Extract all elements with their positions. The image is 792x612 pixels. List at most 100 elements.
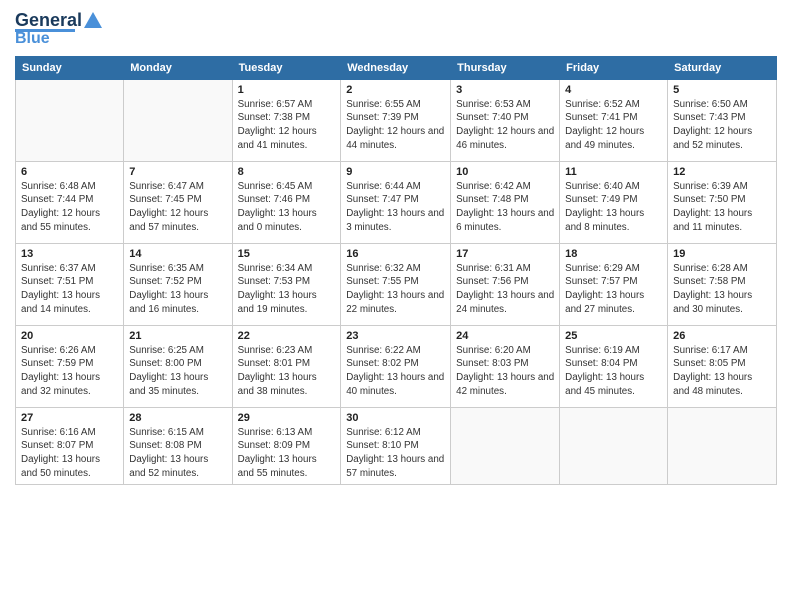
calendar-week-row: 27Sunrise: 6:16 AM Sunset: 8:07 PM Dayli… <box>16 407 777 485</box>
day-info: Sunrise: 6:31 AM Sunset: 7:56 PM Dayligh… <box>456 262 554 317</box>
day-info: Sunrise: 6:42 AM Sunset: 7:48 PM Dayligh… <box>456 180 554 235</box>
day-info: Sunrise: 6:48 AM Sunset: 7:44 PM Dayligh… <box>21 180 118 235</box>
calendar-day-cell: 1 Sunrise: 6:57 AM Sunset: 7:38 PM Daylig… <box>232 79 341 161</box>
day-number: 11 <box>565 166 662 178</box>
calendar-day-cell: 5Sunrise: 6:50 AM Sunset: 7:43 PM Daylig… <box>668 79 777 161</box>
calendar-day-cell: 6 Sunrise: 6:48 AM Sunset: 7:44 PM Daylig… <box>16 161 124 243</box>
page: General Blue SundayMondayTuesdayWednesda… <box>0 0 792 612</box>
day-number: 9 <box>346 166 445 178</box>
day-info: Sunrise: 6:22 AM Sunset: 8:02 PM Dayligh… <box>346 344 445 399</box>
calendar-day-cell <box>16 79 124 161</box>
day-info: Sunrise: 6:34 AM Sunset: 7:53 PM Dayligh… <box>238 262 336 317</box>
header: General Blue <box>15 10 777 48</box>
day-info: Sunrise: 6:37 AM Sunset: 7:51 PM Dayligh… <box>21 262 118 317</box>
calendar-day-cell: 29 Sunrise: 6:13 AM Sunset: 8:09 PM Dayli… <box>232 407 341 485</box>
day-number: 15 <box>238 248 336 260</box>
day-info: Sunrise: 6:13 AM Sunset: 8:09 PM Dayligh… <box>238 426 336 481</box>
calendar-day-cell: 13 Sunrise: 6:37 AM Sunset: 7:51 PM Dayli… <box>16 243 124 325</box>
calendar-day-cell: 12 Sunrise: 6:39 AM Sunset: 7:50 PM Dayli… <box>668 161 777 243</box>
day-info: Sunrise: 6:53 AM Sunset: 7:40 PM Dayligh… <box>456 98 554 153</box>
day-info: Sunrise: 6:28 AM Sunset: 7:58 PM Dayligh… <box>673 262 771 317</box>
calendar-week-row: 1 Sunrise: 6:57 AM Sunset: 7:38 PM Daylig… <box>16 79 777 161</box>
calendar-day-cell: 19Sunrise: 6:28 AM Sunset: 7:58 PM Dayli… <box>668 243 777 325</box>
calendar-day-cell: 17 Sunrise: 6:31 AM Sunset: 7:56 PM Dayli… <box>451 243 560 325</box>
calendar-day-cell: 25Sunrise: 6:19 AM Sunset: 8:04 PM Dayli… <box>560 325 668 407</box>
calendar-day-cell: 18 Sunrise: 6:29 AM Sunset: 7:57 PM Dayli… <box>560 243 668 325</box>
logo-text-blue: Blue <box>15 30 50 48</box>
day-number: 20 <box>21 330 118 342</box>
logo-triangle-icon <box>84 10 102 28</box>
calendar-day-cell <box>124 79 232 161</box>
calendar-day-cell: 11 Sunrise: 6:40 AM Sunset: 7:49 PM Dayli… <box>560 161 668 243</box>
day-info: Sunrise: 6:29 AM Sunset: 7:57 PM Dayligh… <box>565 262 662 317</box>
day-number: 17 <box>456 248 554 260</box>
day-number: 4 <box>565 84 662 96</box>
calendar-day-cell: 2Sunrise: 6:55 AM Sunset: 7:39 PM Daylig… <box>341 79 451 161</box>
day-number: 16 <box>346 248 445 260</box>
day-info: Sunrise: 6:23 AM Sunset: 8:01 PM Dayligh… <box>238 344 336 399</box>
weekday-header-monday: Monday <box>124 56 232 79</box>
calendar-day-cell: 3 Sunrise: 6:53 AM Sunset: 7:40 PM Daylig… <box>451 79 560 161</box>
calendar-week-row: 6 Sunrise: 6:48 AM Sunset: 7:44 PM Daylig… <box>16 161 777 243</box>
day-number: 26 <box>673 330 771 342</box>
calendar-day-cell: 27Sunrise: 6:16 AM Sunset: 8:07 PM Dayli… <box>16 407 124 485</box>
logo: General Blue <box>15 10 102 48</box>
calendar-day-cell: 30 Sunrise: 6:12 AM Sunset: 8:10 PM Dayli… <box>341 407 451 485</box>
day-info: Sunrise: 6:52 AM Sunset: 7:41 PM Dayligh… <box>565 98 662 153</box>
day-number: 1 <box>238 84 336 96</box>
calendar-day-cell: 23 Sunrise: 6:22 AM Sunset: 8:02 PM Dayli… <box>341 325 451 407</box>
weekday-header-saturday: Saturday <box>668 56 777 79</box>
weekday-header-wednesday: Wednesday <box>341 56 451 79</box>
calendar-day-cell: 24 Sunrise: 6:20 AM Sunset: 8:03 PM Dayli… <box>451 325 560 407</box>
day-number: 18 <box>565 248 662 260</box>
day-info: Sunrise: 6:15 AM Sunset: 8:08 PM Dayligh… <box>129 426 226 481</box>
calendar-day-cell: 14 Sunrise: 6:35 AM Sunset: 7:52 PM Dayli… <box>124 243 232 325</box>
day-info: Sunrise: 6:47 AM Sunset: 7:45 PM Dayligh… <box>129 180 226 235</box>
day-number: 22 <box>238 330 336 342</box>
calendar-day-cell: 15 Sunrise: 6:34 AM Sunset: 7:53 PM Dayli… <box>232 243 341 325</box>
day-info: Sunrise: 6:20 AM Sunset: 8:03 PM Dayligh… <box>456 344 554 399</box>
day-number: 21 <box>129 330 226 342</box>
weekday-header-sunday: Sunday <box>16 56 124 79</box>
day-number: 8 <box>238 166 336 178</box>
day-number: 10 <box>456 166 554 178</box>
weekday-header-friday: Friday <box>560 56 668 79</box>
day-number: 30 <box>346 412 445 424</box>
calendar-day-cell: 26 Sunrise: 6:17 AM Sunset: 8:05 PM Dayli… <box>668 325 777 407</box>
day-info: Sunrise: 6:12 AM Sunset: 8:10 PM Dayligh… <box>346 426 445 481</box>
day-info: Sunrise: 6:45 AM Sunset: 7:46 PM Dayligh… <box>238 180 336 235</box>
day-number: 23 <box>346 330 445 342</box>
calendar-day-cell: 28Sunrise: 6:15 AM Sunset: 8:08 PM Dayli… <box>124 407 232 485</box>
calendar-week-row: 20Sunrise: 6:26 AM Sunset: 7:59 PM Dayli… <box>16 325 777 407</box>
weekday-header-thursday: Thursday <box>451 56 560 79</box>
day-number: 14 <box>129 248 226 260</box>
weekday-header-row: SundayMondayTuesdayWednesdayThursdayFrid… <box>16 56 777 79</box>
calendar-day-cell: 16 Sunrise: 6:32 AM Sunset: 7:55 PM Dayli… <box>341 243 451 325</box>
day-info: Sunrise: 6:35 AM Sunset: 7:52 PM Dayligh… <box>129 262 226 317</box>
day-info: Sunrise: 6:39 AM Sunset: 7:50 PM Dayligh… <box>673 180 771 235</box>
day-number: 25 <box>565 330 662 342</box>
calendar-day-cell: 22 Sunrise: 6:23 AM Sunset: 8:01 PM Dayli… <box>232 325 341 407</box>
day-info: Sunrise: 6:25 AM Sunset: 8:00 PM Dayligh… <box>129 344 226 399</box>
day-number: 29 <box>238 412 336 424</box>
day-number: 13 <box>21 248 118 260</box>
calendar-day-cell <box>560 407 668 485</box>
calendar-day-cell <box>451 407 560 485</box>
calendar-day-cell: 4 Sunrise: 6:52 AM Sunset: 7:41 PM Daylig… <box>560 79 668 161</box>
day-number: 24 <box>456 330 554 342</box>
day-info: Sunrise: 6:32 AM Sunset: 7:55 PM Dayligh… <box>346 262 445 317</box>
day-info: Sunrise: 6:50 AM Sunset: 7:43 PM Dayligh… <box>673 98 771 153</box>
calendar-day-cell: 8 Sunrise: 6:45 AM Sunset: 7:46 PM Daylig… <box>232 161 341 243</box>
calendar-day-cell: 20Sunrise: 6:26 AM Sunset: 7:59 PM Dayli… <box>16 325 124 407</box>
calendar-day-cell: 9Sunrise: 6:44 AM Sunset: 7:47 PM Daylig… <box>341 161 451 243</box>
day-number: 6 <box>21 166 118 178</box>
calendar-day-cell: 10 Sunrise: 6:42 AM Sunset: 7:48 PM Dayli… <box>451 161 560 243</box>
day-number: 27 <box>21 412 118 424</box>
day-number: 12 <box>673 166 771 178</box>
calendar-week-row: 13 Sunrise: 6:37 AM Sunset: 7:51 PM Dayli… <box>16 243 777 325</box>
calendar-day-cell <box>668 407 777 485</box>
day-info: Sunrise: 6:17 AM Sunset: 8:05 PM Dayligh… <box>673 344 771 399</box>
day-number: 3 <box>456 84 554 96</box>
day-info: Sunrise: 6:57 AM Sunset: 7:38 PM Dayligh… <box>238 98 336 153</box>
day-info: Sunrise: 6:40 AM Sunset: 7:49 PM Dayligh… <box>565 180 662 235</box>
